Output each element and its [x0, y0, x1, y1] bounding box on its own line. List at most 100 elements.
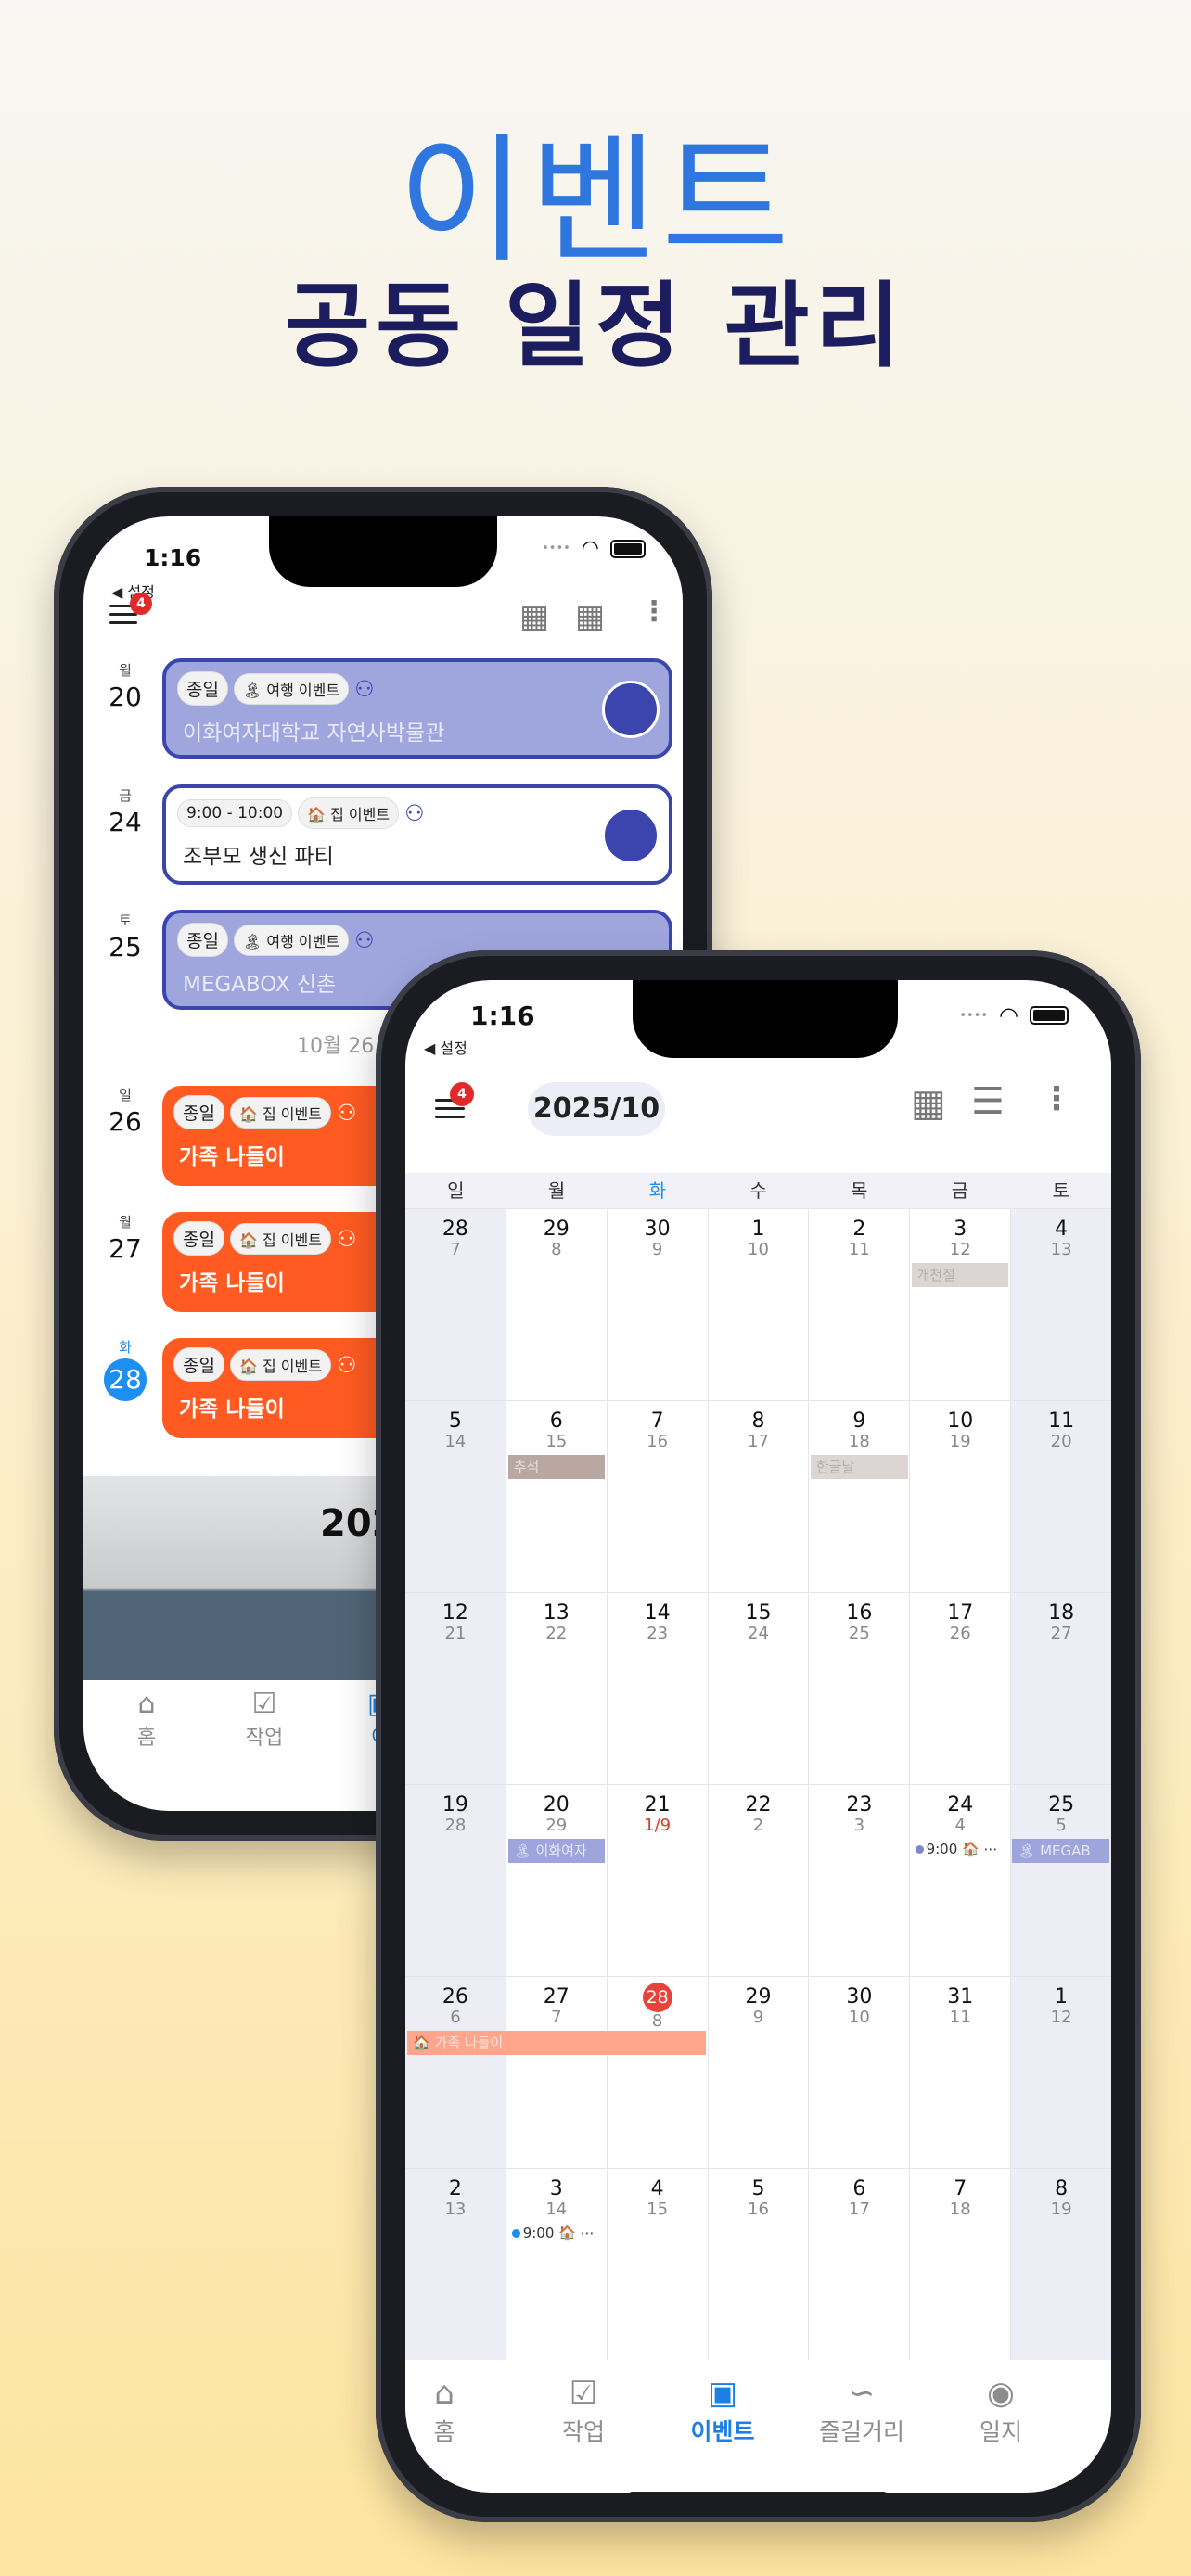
- day-cell[interactable]: 7 16: [606, 1401, 708, 1592]
- calendar-event-bar[interactable]: 🏝 이화여자: [507, 1839, 606, 1863]
- lunar-day: 21: [444, 1624, 467, 1643]
- lunar-day: 18: [848, 1432, 870, 1451]
- calendar-event-bar[interactable]: 🏠 가족 나들이: [407, 2031, 707, 2055]
- gregorian-day: 8: [751, 1409, 765, 1433]
- event-dot-icon: [511, 2229, 520, 2238]
- day-cell[interactable]: 6 15: [505, 1401, 607, 1592]
- day-cell[interactable]: 5 14: [405, 1401, 506, 1592]
- day-label: 월 27: [83, 1212, 167, 1264]
- lunar-day: 17: [848, 2200, 870, 2219]
- lunar-day: 27: [1050, 1624, 1072, 1643]
- wifi-icon: ◠: [999, 1002, 1018, 1028]
- day-cell[interactable]: 30 10: [808, 1977, 909, 2168]
- time-pill: 종일: [177, 671, 228, 706]
- day-of-week: 화: [119, 1339, 132, 1356]
- tab-home[interactable]: ⌂ 홈: [405, 2375, 514, 2447]
- event-card[interactable]: 종일 🏝 여행 이벤트 ⚇ 이화여자대학교 자연사박물관: [162, 658, 672, 759]
- day-cell[interactable]: 7 18: [909, 2169, 1010, 2360]
- event-card[interactable]: 9:00 - 10:00 🏠 집 이벤트 ⚇ 조부모 생신 파티: [162, 784, 672, 885]
- calendar-event-bar[interactable]: 추석: [507, 1455, 606, 1479]
- tab-home[interactable]: ⌂ 홈: [109, 1688, 184, 1751]
- day-cell[interactable]: 4 13: [1010, 1209, 1111, 1400]
- back-to-settings[interactable]: ◀ 설정: [424, 1036, 467, 1058]
- more-icon[interactable]: ⋮: [640, 595, 668, 628]
- lunar-day: 4: [954, 1816, 966, 1835]
- day-cell[interactable]: 9 18: [808, 1401, 909, 1592]
- time-pill: 종일: [177, 923, 228, 957]
- day-cell[interactable]: 11 20: [1010, 1401, 1111, 1592]
- lunar-day: 11: [949, 2008, 971, 2027]
- day-cell[interactable]: 12 21: [405, 1593, 506, 1784]
- day-cell[interactable]: 17 26: [909, 1593, 1010, 1784]
- calendar-event-bar[interactable]: 🏝 MEGAB: [1012, 1839, 1109, 1863]
- day-cell[interactable]: 30 9: [606, 1209, 708, 1400]
- day-cell[interactable]: 4 15: [606, 2169, 708, 2360]
- calendar-event-dot[interactable]: 9:00 🏠 ⋯: [511, 2225, 595, 2241]
- day-cell[interactable]: 3 14: [505, 2169, 607, 2360]
- lunar-day: 13: [1050, 1240, 1072, 1259]
- tab-outings[interactable]: ∽ 즐길거리: [792, 2375, 931, 2447]
- day-cell[interactable]: 18 27: [1010, 1593, 1111, 1784]
- lunar-day: 10: [848, 2008, 870, 2027]
- gregorian-day: 4: [1055, 1218, 1069, 1241]
- day-cell[interactable]: 1 12: [1010, 1977, 1111, 2168]
- week-row: 19 28 20 29 21 1/9 22 2 23 3 24 4 25 5 🏝 이화여자 9:00 🏠 ⋯ 🏝…: [405, 1784, 1111, 1976]
- day-of-week: 토: [119, 912, 132, 929]
- gregorian-day: 5: [448, 1409, 462, 1433]
- day-cell[interactable]: 23 3: [808, 1785, 909, 1976]
- day-cell[interactable]: 3 12: [909, 1209, 1010, 1400]
- tab-events[interactable]: ▣ 이벤트: [653, 2375, 792, 2447]
- day-cell[interactable]: 24 4: [909, 1785, 1010, 1976]
- day-cell[interactable]: 16 25: [808, 1593, 909, 1784]
- signal-icon: ◉: [987, 2375, 1015, 2412]
- gregorian-day: 10: [947, 1409, 974, 1433]
- lunar-day: 10: [748, 1240, 769, 1259]
- gregorian-day: 9: [852, 1409, 866, 1433]
- view-toggle-icon[interactable]: ☰: [971, 1080, 1005, 1123]
- day-cell[interactable]: 29 8: [505, 1209, 607, 1400]
- event-more-icon: 🏠 ⋯: [554, 2225, 595, 2241]
- tab-tasks[interactable]: ☑ 작업: [514, 2375, 653, 2447]
- calendar-day-icon[interactable]: ▦: [911, 1082, 946, 1125]
- calendar-day-icon[interactable]: ▦: [519, 598, 549, 635]
- lunar-day: 16: [748, 2200, 769, 2219]
- day-cell[interactable]: 28 7: [405, 1209, 506, 1400]
- day-cell[interactable]: 2 11: [808, 1209, 909, 1400]
- day-cell[interactable]: 10 19: [909, 1401, 1010, 1592]
- day-cell[interactable]: 21 1/9: [606, 1785, 708, 1976]
- day-cell[interactable]: 27 7: [505, 1977, 607, 2168]
- calendar-month-icon[interactable]: ▦: [575, 598, 605, 635]
- lunar-day: 3: [853, 1816, 865, 1835]
- calendar-event-dot[interactable]: 9:00 🏠 ⋯: [915, 1841, 997, 1857]
- gregorian-day: 1: [751, 1218, 765, 1241]
- day-cell[interactable]: 28 8: [606, 1977, 708, 2168]
- day-cell[interactable]: 8 17: [707, 1401, 809, 1592]
- day-number: 28: [104, 1358, 147, 1401]
- day-cell[interactable]: 1 10: [707, 1209, 809, 1400]
- day-cell[interactable]: 15 24: [707, 1593, 809, 1784]
- day-cell[interactable]: 29 9: [707, 1977, 809, 2168]
- lunar-day: 6: [450, 2008, 461, 2027]
- tab-journal[interactable]: ◉ 일지: [931, 2375, 1070, 2447]
- weekday-label: 수: [749, 1180, 767, 1202]
- day-cell[interactable]: 5 16: [707, 2169, 809, 2360]
- day-cell[interactable]: 20 29: [505, 1785, 607, 1976]
- day-cell[interactable]: 14 23: [606, 1593, 708, 1784]
- day-cell[interactable]: 22 2: [707, 1785, 809, 1976]
- more-icon[interactable]: ⋮: [1041, 1080, 1072, 1117]
- month-selector[interactable]: 2025/10: [528, 1082, 665, 1136]
- gregorian-day: 7: [954, 2177, 967, 2200]
- day-cell[interactable]: 26 6: [405, 1977, 506, 2168]
- people-icon: ⚇: [354, 926, 375, 953]
- day-cell[interactable]: 13 22: [505, 1593, 607, 1784]
- day-cell[interactable]: 2 13: [405, 2169, 506, 2360]
- day-cell[interactable]: 6 17: [808, 2169, 909, 2360]
- day-cell[interactable]: 31 11: [909, 1977, 1010, 2168]
- day-cell[interactable]: 19 28: [405, 1785, 506, 1976]
- day-cell[interactable]: 8 19: [1010, 2169, 1111, 2360]
- weekday-label: 일: [447, 1180, 465, 1202]
- day-cell[interactable]: 25 5: [1010, 1785, 1111, 1976]
- calendar-event-bar[interactable]: 한글날: [810, 1455, 908, 1479]
- calendar-event-bar[interactable]: 개천절: [911, 1263, 1009, 1287]
- tab-tasks[interactable]: ☑ 작업: [227, 1688, 301, 1751]
